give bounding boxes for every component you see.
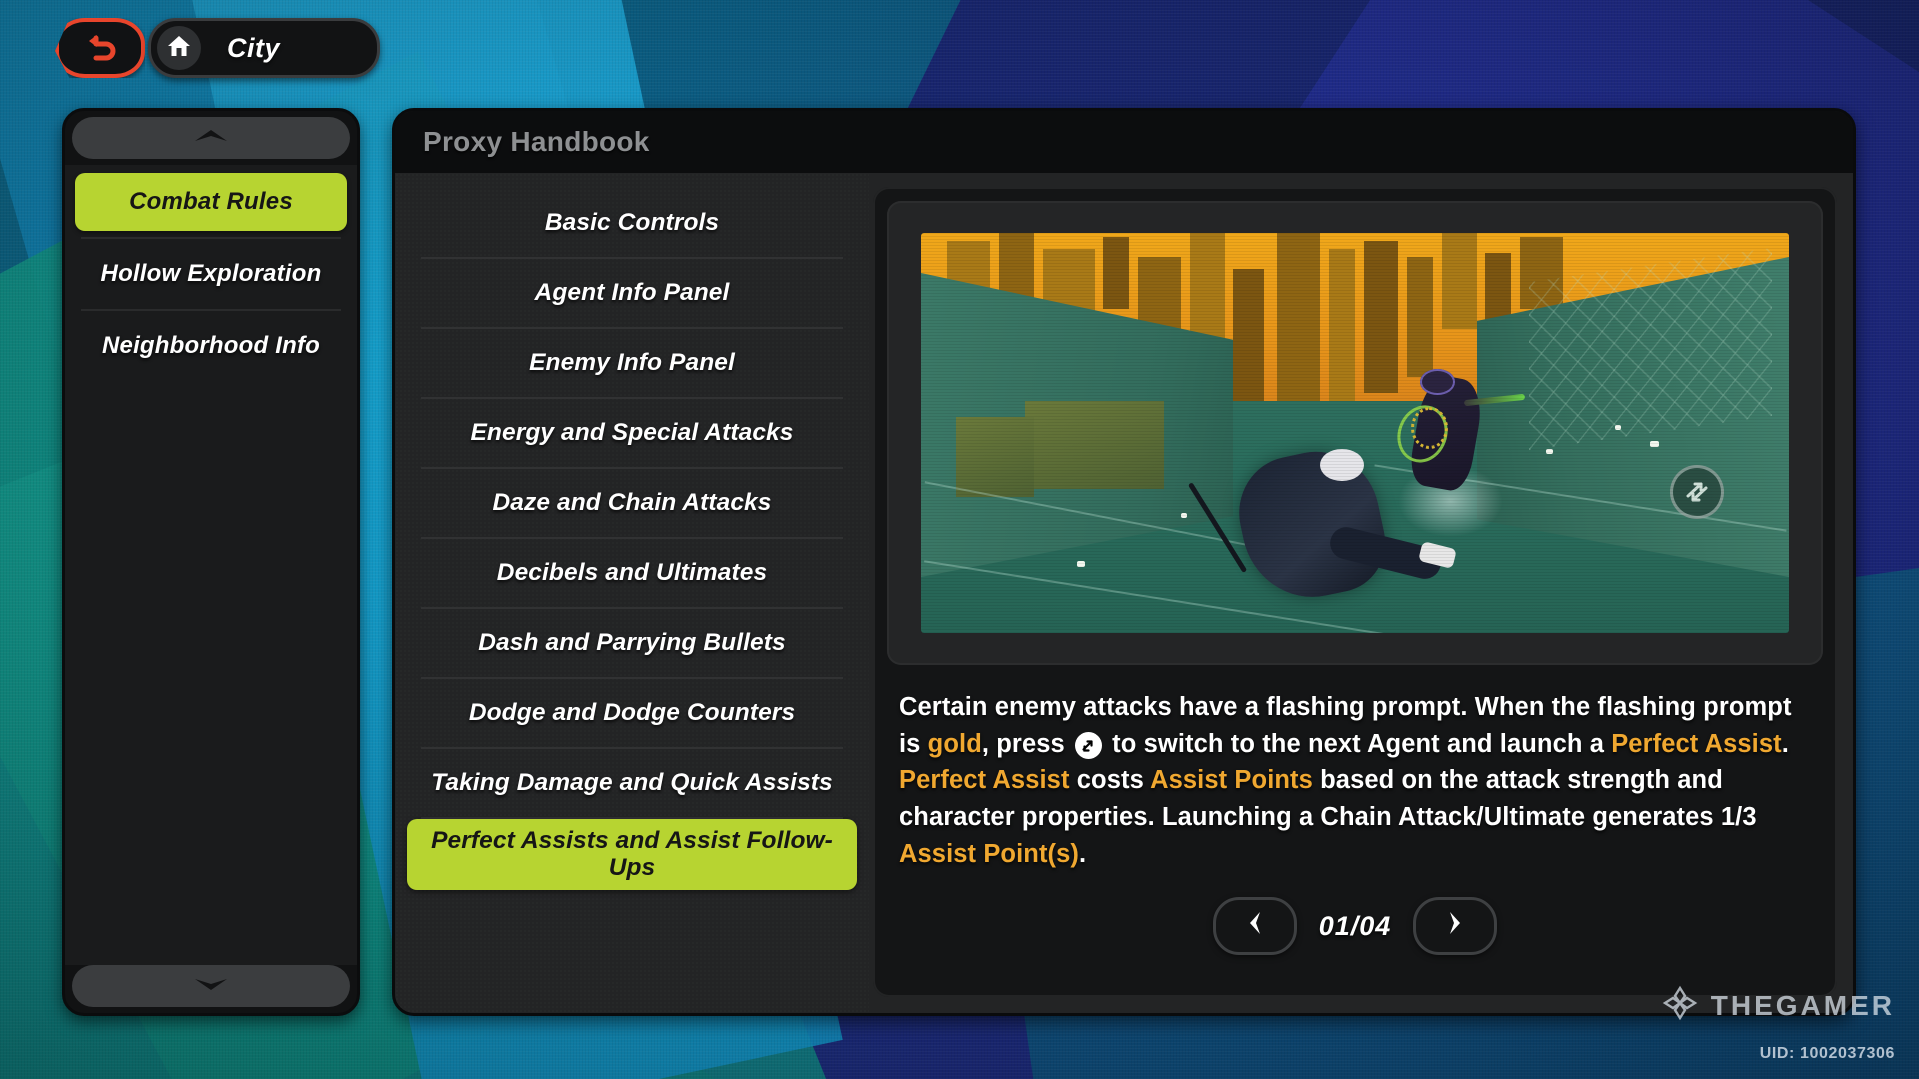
panel-body: Basic Controls Agent Info Panel Enemy In… bbox=[395, 173, 1853, 1013]
sidebar-item-neighborhood-info[interactable]: Neighborhood Info bbox=[75, 317, 347, 375]
topic-label: Dash and Parrying Bullets bbox=[478, 629, 786, 657]
sidebar-item-combat-rules[interactable]: Combat Rules bbox=[75, 173, 347, 231]
desc-highlight-gold: gold bbox=[927, 729, 982, 758]
thegamer-logo-icon bbox=[1661, 984, 1699, 1027]
chevron-up-icon bbox=[193, 128, 229, 149]
sidebar-list: Combat Rules Hollow Exploration Neighbor… bbox=[65, 165, 357, 965]
topic-label: Enemy Info Panel bbox=[529, 349, 735, 377]
topic-label: Decibels and Ultimates bbox=[496, 559, 768, 587]
back-arrow-icon bbox=[84, 34, 116, 62]
topic-enemy-info-panel[interactable]: Enemy Info Panel bbox=[407, 329, 857, 397]
home-icon bbox=[167, 35, 191, 62]
topic-perfect-assists-and-assist-follow-ups[interactable]: Perfect Assists and Assist Follow-Ups bbox=[407, 819, 857, 890]
sidebar-item-hollow-exploration[interactable]: Hollow Exploration bbox=[75, 245, 347, 303]
topic-agent-info-panel[interactable]: Agent Info Panel bbox=[407, 259, 857, 327]
topic-label: Dodge and Dodge Counters bbox=[468, 699, 796, 727]
desc-highlight-assist-points: Assist Points bbox=[1150, 766, 1313, 795]
topic-basic-controls[interactable]: Basic Controls bbox=[407, 189, 857, 257]
desc-part: . bbox=[1781, 729, 1789, 758]
switch-agent-key-icon bbox=[1074, 732, 1102, 760]
home-button[interactable] bbox=[157, 26, 201, 70]
chevron-right-icon bbox=[1446, 910, 1464, 943]
desc-part: , press bbox=[981, 729, 1072, 758]
topic-description: Certain enemy attacks have a flashing pr… bbox=[873, 665, 1837, 873]
screenshot-scanlines bbox=[921, 233, 1789, 633]
sidebar-scroll-down-button[interactable] bbox=[72, 965, 350, 1007]
uid-label: UID: 1002037306 bbox=[1759, 1045, 1895, 1062]
sidebar-divider bbox=[81, 237, 341, 239]
watermark: THEGAMER bbox=[1661, 984, 1895, 1027]
desc-highlight-perfect-assist: Perfect Assist bbox=[1611, 729, 1782, 758]
sidebar: Combat Rules Hollow Exploration Neighbor… bbox=[62, 108, 360, 1016]
topic-label: Perfect Assists and Assist Follow-Ups bbox=[431, 827, 833, 882]
desc-part: costs bbox=[1069, 766, 1151, 795]
location-pill[interactable]: City bbox=[148, 18, 380, 78]
topic-decibels-and-ultimates[interactable]: Decibels and Ultimates bbox=[407, 539, 857, 607]
handbook-panel: Proxy Handbook Basic Controls Agent Info… bbox=[392, 108, 1856, 1016]
sidebar-scroll-up-button[interactable] bbox=[72, 117, 350, 159]
desc-part: . bbox=[1079, 839, 1087, 868]
topic-dodge-and-dodge-counters[interactable]: Dodge and Dodge Counters bbox=[407, 679, 857, 747]
desc-highlight-assist-point-s: Assist Point(s) bbox=[899, 839, 1080, 868]
media-frame bbox=[887, 201, 1823, 665]
page-counter: 01/04 bbox=[1318, 910, 1392, 941]
topic-label: Taking Damage and Quick Assists bbox=[431, 769, 833, 797]
topic-list: Basic Controls Agent Info Panel Enemy In… bbox=[395, 173, 869, 1013]
top-bar: City bbox=[0, 0, 1919, 86]
topic-energy-and-special-attacks[interactable]: Energy and Special Attacks bbox=[407, 399, 857, 467]
topic-taking-damage-and-quick-assists[interactable]: Taking Damage and Quick Assists bbox=[407, 749, 857, 817]
topic-label: Daze and Chain Attacks bbox=[492, 489, 772, 517]
chevron-left-icon bbox=[1246, 910, 1264, 943]
game-ui-screen: City Combat Rules Hollow Exploration Nei… bbox=[0, 0, 1919, 1079]
location-label: City bbox=[227, 32, 281, 63]
sidebar-divider bbox=[81, 309, 341, 311]
sidebar-item-label: Hollow Exploration bbox=[100, 260, 322, 287]
page-title: Proxy Handbook bbox=[423, 126, 650, 157]
topic-daze-and-chain-attacks[interactable]: Daze and Chain Attacks bbox=[407, 469, 857, 537]
topic-label: Agent Info Panel bbox=[534, 279, 730, 307]
topic-label: Energy and Special Attacks bbox=[470, 419, 794, 447]
sidebar-item-label: Combat Rules bbox=[129, 188, 293, 215]
watermark-brand: THEGAMER bbox=[1710, 989, 1895, 1021]
panel-header: Proxy Handbook bbox=[395, 111, 1853, 173]
desc-highlight-perfect-assist-2: Perfect Assist bbox=[899, 766, 1070, 795]
topic-detail-card: Certain enemy attacks have a flashing pr… bbox=[873, 187, 1837, 997]
combat-screenshot bbox=[921, 233, 1789, 633]
topic-label: Basic Controls bbox=[544, 209, 720, 237]
topic-dash-and-parrying-bullets[interactable]: Dash and Parrying Bullets bbox=[407, 609, 857, 677]
desc-part: to switch to the next Agent and launch a bbox=[1104, 729, 1612, 758]
chevron-down-icon bbox=[193, 976, 229, 997]
pagination: 01/04 bbox=[873, 897, 1837, 997]
sidebar-item-label: Neighborhood Info bbox=[101, 332, 321, 359]
previous-page-button[interactable] bbox=[1213, 897, 1297, 955]
next-page-button[interactable] bbox=[1413, 897, 1497, 955]
back-button[interactable] bbox=[55, 18, 145, 78]
